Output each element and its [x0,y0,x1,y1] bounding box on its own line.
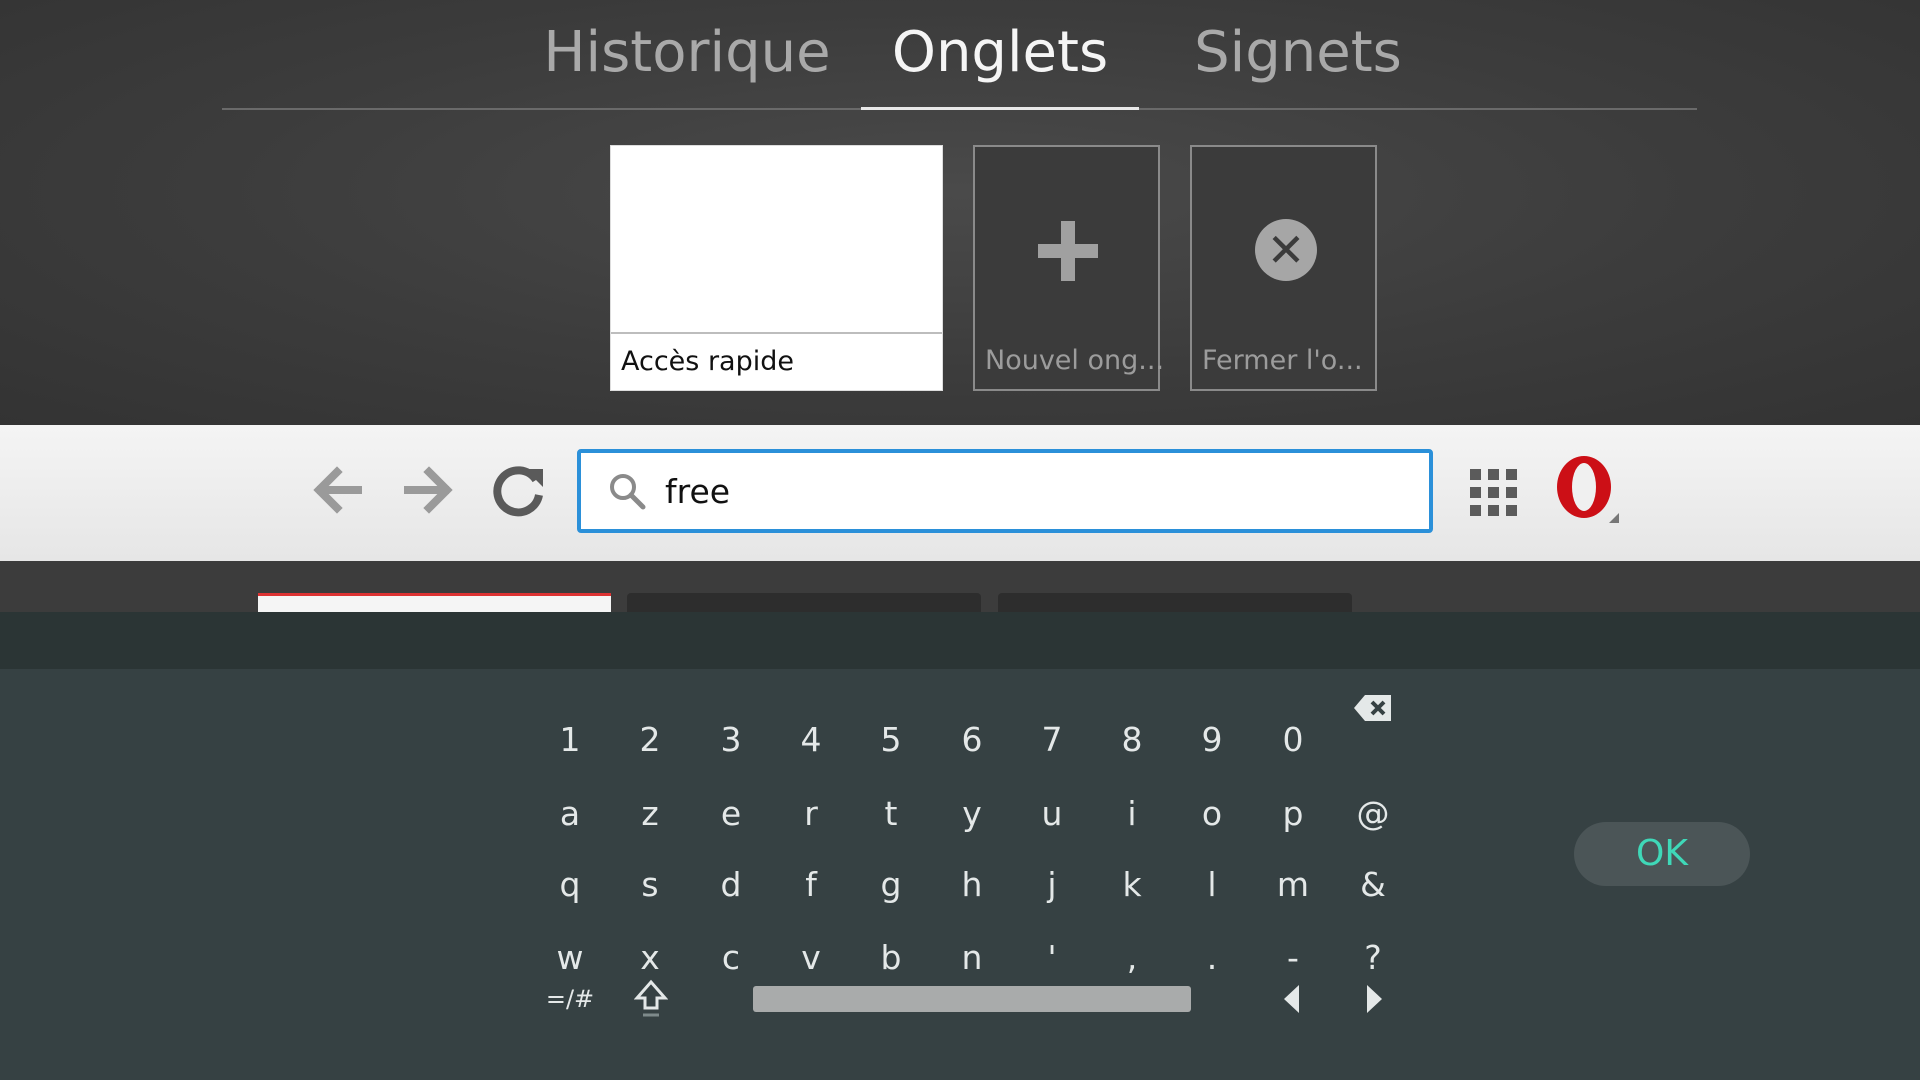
plus-icon [1038,221,1098,281]
key-5[interactable]: h [937,855,1007,915]
key-10[interactable]: ? [1338,928,1408,988]
browser-toolbar [0,425,1920,561]
space-bar[interactable] [753,986,1191,1012]
key-7[interactable]: 8 [1097,710,1167,770]
key-2[interactable]: e [696,784,766,844]
close-tab-card[interactable]: ✕ Fermer l'o... [1190,145,1377,391]
tab-thumbnail-strip [0,561,1920,612]
key-5[interactable]: 6 [937,710,1007,770]
key-6[interactable]: ' [1017,928,1087,988]
tab-bookmarks[interactable]: Signets [1168,0,1428,108]
key-6[interactable]: u [1017,784,1087,844]
key-9[interactable]: p [1258,784,1328,844]
key-3[interactable]: v [776,928,846,988]
back-arrow-icon[interactable] [303,455,373,525]
quick-access-thumbnail [611,146,942,334]
key-1[interactable]: z [615,784,685,844]
tab-thumbnail[interactable] [998,593,1352,612]
panel-tab-bar: Historique Onglets Signets [222,0,1697,110]
key-8[interactable]: o [1177,784,1247,844]
key-2[interactable]: d [696,855,766,915]
key-8[interactable]: l [1177,855,1247,915]
key-8[interactable]: . [1177,928,1247,988]
key-9[interactable]: m [1258,855,1328,915]
opera-logo-icon[interactable] [1553,451,1625,535]
tab-thumbnail[interactable] [627,593,981,612]
key-7[interactable]: , [1097,928,1167,988]
key-0[interactable]: a [535,784,605,844]
key-9[interactable]: 0 [1258,710,1328,770]
key-0[interactable]: q [535,855,605,915]
symbols-key[interactable]: =/# [535,969,605,1029]
address-bar[interactable] [577,449,1433,533]
key-3[interactable]: r [776,784,846,844]
key-4[interactable]: b [856,928,926,988]
backspace-icon[interactable] [1353,693,1393,723]
key-5[interactable]: n [937,928,1007,988]
key-7[interactable]: k [1097,855,1167,915]
close-tab-label: Fermer l'o... [1202,345,1363,376]
forward-arrow-icon[interactable] [393,455,463,525]
shift-icon[interactable] [634,979,668,1019]
quick-access-label: Accès rapide [621,346,794,377]
keyboard-header [0,612,1920,669]
key-4[interactable]: g [856,855,926,915]
right-arrow-icon[interactable] [1361,982,1387,1016]
key-4[interactable]: 5 [856,710,926,770]
key-6[interactable]: 7 [1017,710,1087,770]
key-10[interactable]: & [1338,855,1408,915]
new-tab-card[interactable]: Nouvel ong... [973,145,1164,391]
key-9[interactable]: - [1258,928,1328,988]
quick-access-card[interactable]: Accès rapide [610,145,943,391]
grid-icon[interactable] [1470,469,1518,517]
reload-icon[interactable] [483,455,553,525]
key-7[interactable]: i [1097,784,1167,844]
tab-history[interactable]: Historique [542,0,832,108]
search-icon [610,474,646,510]
tab-tabs[interactable]: Onglets [861,0,1139,110]
key-3[interactable]: 4 [776,710,846,770]
tabs-panel: Historique Onglets Signets Accès rapide … [0,0,1920,425]
new-tab-label: Nouvel ong... [985,345,1165,376]
key-0[interactable]: 1 [535,710,605,770]
address-input[interactable] [665,453,1405,529]
key-6[interactable]: j [1017,855,1087,915]
on-screen-keyboard: 1234567890 a z e r t y u i o p @ q s d f g h j k l m & wxcvb… [0,669,1920,1080]
ok-button[interactable]: OK [1574,822,1750,886]
key-1[interactable]: s [615,855,685,915]
key-5[interactable]: y [937,784,1007,844]
key-2[interactable]: 3 [696,710,766,770]
key-1[interactable]: 2 [615,710,685,770]
key-8[interactable]: 9 [1177,710,1247,770]
key-3[interactable]: f [776,855,846,915]
close-circle-icon: ✕ [1255,219,1317,281]
key-10[interactable]: @ [1338,784,1408,844]
key-4[interactable]: t [856,784,926,844]
tab-thumbnail[interactable] [258,593,611,612]
left-arrow-icon[interactable] [1279,982,1305,1016]
key-2[interactable]: c [696,928,766,988]
